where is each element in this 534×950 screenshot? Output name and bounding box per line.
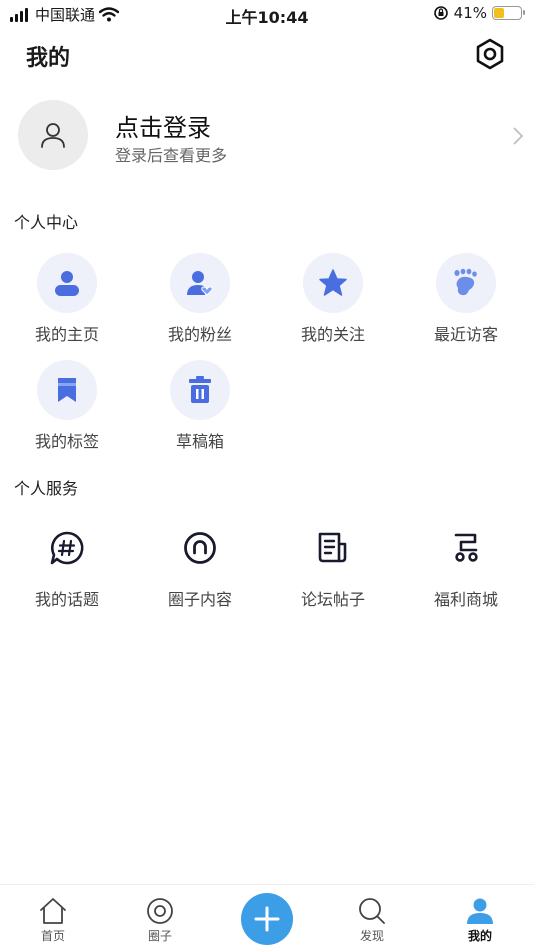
circle-tab-icon [147, 898, 173, 924]
my-following-icon-bg [303, 253, 363, 313]
grid-item-recent-visitors[interactable]: 最近访客 [411, 253, 521, 345]
settings-button[interactable] [470, 34, 510, 74]
plus-icon [254, 906, 280, 932]
search-icon [359, 898, 385, 924]
login-title[interactable]: 点击登录 [115, 108, 211, 143]
grid-item-label: 我的关注 [300, 325, 365, 344]
service-item-circle-content[interactable]: 圈子内容 [145, 518, 255, 610]
tab-label: 发现 [359, 929, 384, 943]
drafts-icon-bg [170, 360, 230, 420]
user-icon [55, 271, 79, 296]
user-outline-icon [41, 123, 65, 148]
grid-item-my-tags[interactable]: 我的标签 [12, 360, 122, 452]
hashtag-bubble-icon [50, 531, 84, 565]
grid-item-my-fans[interactable]: 我的粉丝 [145, 253, 255, 345]
battery-percent: 41% [453, 4, 487, 22]
my-homepage-icon-bg [37, 253, 97, 313]
recent-visitors-icon-bg [436, 253, 496, 313]
bookmark-icon [58, 378, 76, 402]
section-title-personal-services: 个人服务 [14, 479, 79, 498]
my-topics-icon-wrap [37, 518, 97, 578]
tab-label: 圈子 [147, 929, 172, 943]
tab-label: 我的 [467, 929, 492, 943]
settings-hexagon-icon [476, 38, 504, 70]
my-fans-icon-bg [170, 253, 230, 313]
newspaper-icon [318, 532, 347, 563]
circle-icon [184, 532, 216, 564]
cart-icon [454, 533, 478, 562]
home-icon [40, 898, 66, 924]
service-item-forum-posts[interactable]: 论坛帖子 [278, 518, 388, 610]
grid-item-label: 草稿箱 [175, 432, 224, 451]
service-item-label: 论坛帖子 [300, 590, 365, 609]
my-tags-icon-bg [37, 360, 97, 420]
forum-posts-icon-wrap [303, 518, 363, 578]
grid-item-label: 我的主页 [34, 325, 99, 344]
grid-item-my-homepage[interactable]: 我的主页 [12, 253, 122, 345]
chevron-right-icon [513, 127, 524, 145]
create-post-button[interactable] [241, 893, 293, 945]
service-item-label: 我的话题 [34, 590, 99, 609]
star-icon [319, 269, 347, 296]
status-right: 41% [433, 4, 525, 22]
section-title-personal-center: 个人中心 [14, 213, 79, 232]
rotation-lock-icon [433, 6, 448, 20]
trash-icon [189, 376, 211, 403]
service-item-welfare-mall[interactable]: 福利商城 [411, 518, 521, 610]
footprint-icon [454, 268, 477, 296]
battery-icon [492, 6, 525, 20]
welfare-mall-icon-wrap [436, 518, 496, 578]
battery-fill [494, 8, 504, 18]
bottom-tab-bar: 首页 圈子 发现 我的 [0, 884, 534, 950]
tab-label: 首页 [40, 929, 65, 943]
grid-item-drafts[interactable]: 草稿箱 [145, 360, 255, 452]
circle-content-icon-wrap [170, 518, 230, 578]
profile-icon [467, 898, 493, 924]
tab-discover[interactable]: 发现 [332, 897, 412, 944]
grid-item-my-following[interactable]: 我的关注 [278, 253, 388, 345]
grid-item-label: 最近访客 [433, 325, 498, 344]
service-item-label: 福利商城 [433, 590, 498, 609]
tab-mine[interactable]: 我的 [440, 897, 520, 944]
status-bar: 中国联通 上午10:44 41% [0, 0, 534, 28]
page-title: 我的 [26, 46, 71, 71]
tab-home[interactable]: 首页 [13, 897, 93, 944]
grid-item-label: 我的粉丝 [167, 325, 232, 344]
service-item-my-topics[interactable]: 我的话题 [12, 518, 122, 610]
service-item-label: 圈子内容 [167, 590, 232, 609]
grid-item-label: 我的标签 [34, 432, 99, 451]
login-subtitle: 登录后查看更多 [115, 146, 228, 165]
user-heart-icon [187, 271, 213, 296]
tab-circle[interactable]: 圈子 [120, 897, 200, 944]
avatar[interactable] [18, 100, 88, 170]
login-row[interactable]: 点击登录 登录后查看更多 [18, 100, 530, 172]
